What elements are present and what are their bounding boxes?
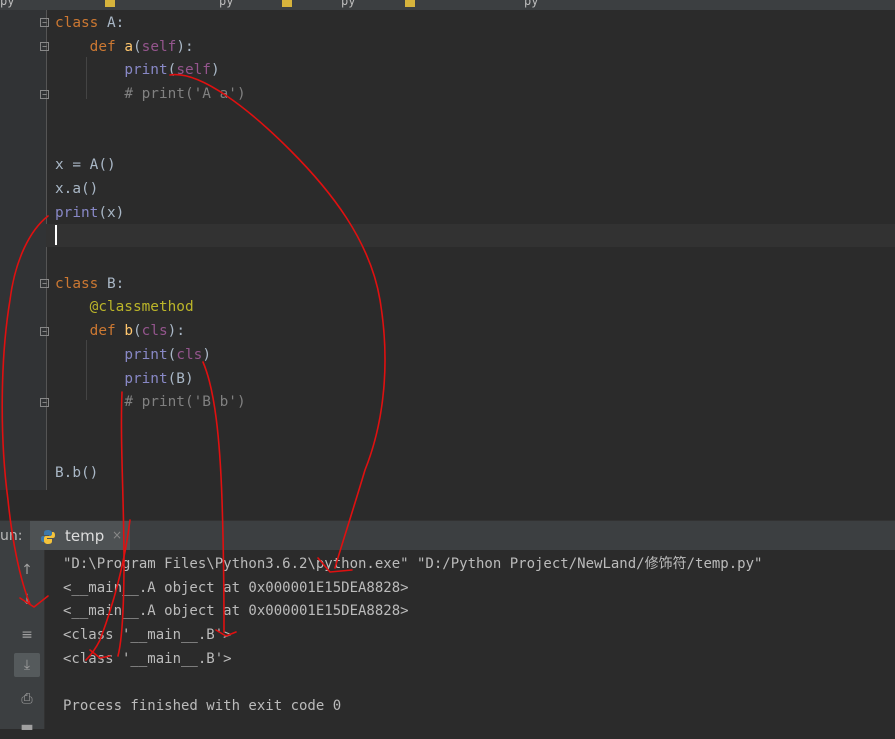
close-icon[interactable]: × [112,528,122,542]
editor-tab[interactable]: py [405,0,538,10]
code-line: def a(self): [55,35,194,59]
code-line: x = A() [55,153,116,177]
console-toolbar: ↑ ↓ ≡ ⤓ ⎙ ▬ [0,550,45,735]
fold-collapse-icon[interactable]: − [40,279,49,288]
code-token: ( [167,62,177,79]
code-token: ( [132,38,142,55]
code-token: # print('B b') [124,394,246,411]
run-console[interactable]: ↑ ↓ ≡ ⤓ ⎙ ▬ "D:\Program Files\Python3.6.… [0,550,895,735]
code-token: def [89,323,125,340]
code-token: self [141,38,177,55]
code-token: B.b() [55,465,99,482]
console-line: "D:\Program Files\Python3.6.2\python.exe… [63,556,763,572]
arrow-up-icon[interactable]: ↑ [14,558,40,582]
python-file-icon [282,0,292,7]
fold-end-icon[interactable]: − [40,398,49,407]
fold-collapse-icon[interactable]: − [40,18,49,27]
run-toolwindow-header: un: temp × [0,520,895,551]
python-file-icon [405,0,415,7]
code-editor[interactable]: class A: def a(self): print(self) # prin… [0,10,895,490]
python-icon [41,530,55,544]
code-line: print(self) [55,58,220,82]
code-token: b [124,323,133,340]
code-token: x.a() [55,180,99,197]
code-token: ) [210,62,220,79]
console-line: <__main__.A object at 0x000001E15DEA8828… [63,579,409,596]
current-line-highlight [46,224,895,247]
code-line: print(x) [55,201,124,225]
text-caret [55,225,57,245]
editor-tab-active[interactable]: py [268,0,389,10]
code-token: class [55,15,107,31]
code-token: ( [167,346,177,363]
code-token: print [55,204,99,221]
editor-tab[interactable]: py [0,0,14,10]
code-token: (B) [167,370,194,387]
soft-wrap-icon[interactable]: ≡ [14,623,40,647]
code-line: class A: [55,11,124,35]
editor-tab-bar: py py py py [0,0,895,10]
fold-end-icon[interactable]: − [40,90,49,99]
run-tab-label: temp [65,527,105,545]
python-file-icon [105,0,115,7]
code-token: class [55,275,107,292]
code-line: x.a() [55,177,98,201]
code-token: cls [176,346,203,363]
code-line: def b(cls): [55,319,185,343]
code-line: # print('B b') [55,390,246,414]
fold-collapse-icon[interactable]: − [40,327,49,336]
code-line: @classmethod [55,295,194,319]
code-token: A: [106,15,125,31]
code-token: a [124,38,133,55]
code-token: ( [132,323,142,340]
print-icon[interactable]: ⎙ [14,687,40,711]
code-token: cls [141,323,168,340]
run-tab-temp[interactable]: temp × [30,521,130,551]
code-token: print [124,346,168,363]
code-token: self [176,62,211,79]
code-token: def [89,38,125,55]
console-line: Process finished with exit code 0 [63,698,342,715]
code-line: print(cls) [55,343,211,367]
console-line: <class '__main__.B'> [63,650,232,667]
code-token: @classmethod [89,299,194,316]
code-line: print(B) [55,367,194,391]
code-line: B.b() [55,461,98,485]
editor-tab[interactable]: py [105,0,233,10]
console-line: <class '__main__.B'> [63,627,232,644]
scroll-to-end-icon[interactable]: ⤓ [14,653,40,677]
code-token: ): [167,323,185,340]
fold-collapse-icon[interactable]: − [40,42,49,51]
code-token: ): [176,38,194,55]
code-token: ) [202,346,211,363]
code-token: B: [106,275,125,292]
code-token: x = A() [55,157,116,174]
code-token: # print('A a') [124,86,246,103]
code-token: print [124,62,168,79]
code-token: print [124,370,168,387]
code-token: (x) [98,204,125,221]
trash-icon[interactable]: ▬ [14,715,40,739]
code-line: # print('A a') [55,82,246,106]
editor-gutter [0,10,47,490]
arrow-down-icon[interactable]: ↓ [14,588,40,612]
run-title: un: [0,528,23,544]
console-line: <__main__.A object at 0x000001E15DEA8828… [63,603,409,620]
code-line: class B: [55,272,124,296]
